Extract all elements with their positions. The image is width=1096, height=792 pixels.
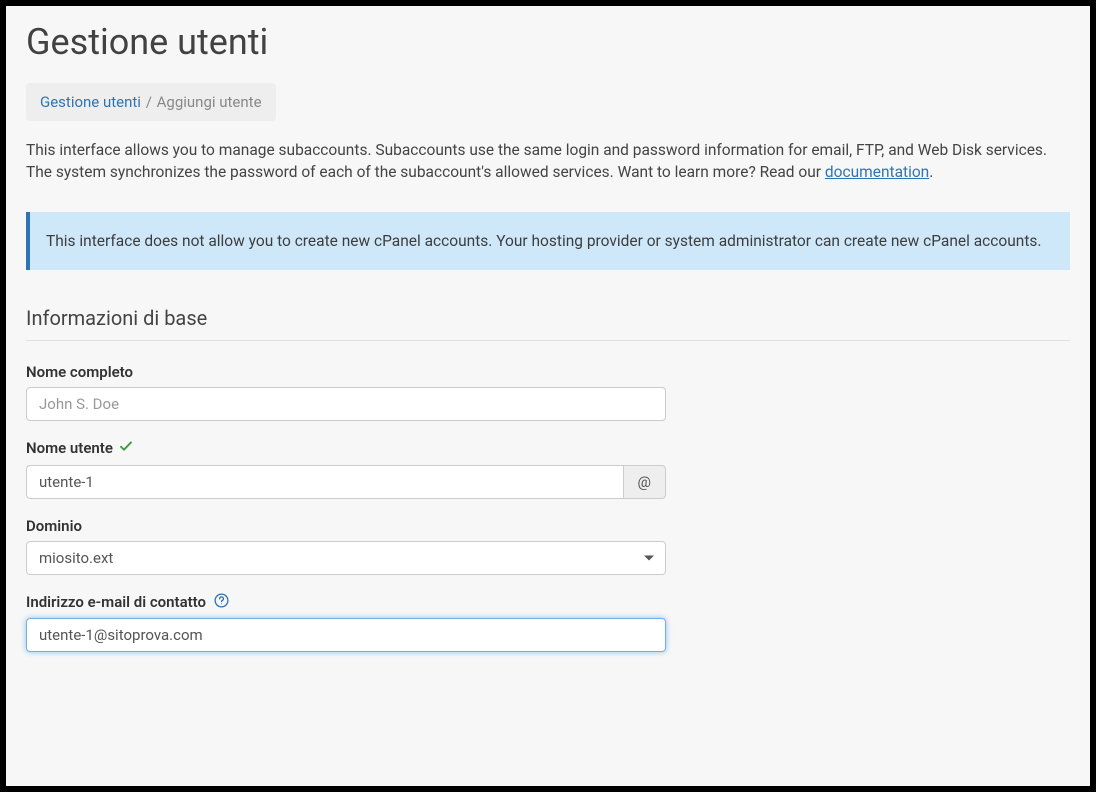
fullname-label: Nome completo — [26, 363, 666, 381]
intro-text: This interface allows you to manage suba… — [26, 139, 1070, 184]
info-callout: This interface does not allow you to cre… — [26, 212, 1070, 270]
page-title: Gestione utenti — [26, 21, 1070, 63]
page-container: Gestione utenti Gestione utenti / Aggiun… — [6, 6, 1090, 786]
domain-select-wrapper: miosito.ext — [26, 541, 666, 575]
username-label: Nome utente — [26, 439, 666, 459]
email-label-text: Indirizzo e-mail di contatto — [26, 593, 206, 611]
intro-text-after: . — [929, 163, 933, 181]
username-label-text: Nome utente — [26, 439, 113, 457]
breadcrumb-root-link[interactable]: Gestione utenti — [40, 93, 141, 111]
breadcrumb: Gestione utenti / Aggiungi utente — [26, 83, 276, 121]
domain-select[interactable]: miosito.ext — [26, 541, 666, 575]
form-group-username: Nome utente @ — [26, 439, 666, 499]
email-label: Indirizzo e-mail di contatto — [26, 593, 666, 613]
check-icon — [119, 440, 134, 459]
breadcrumb-separator: / — [146, 93, 152, 111]
fullname-input[interactable] — [26, 387, 666, 421]
username-input-group: @ — [26, 465, 666, 499]
form-group-domain: Dominio miosito.ext — [26, 517, 666, 575]
section-heading: Informazioni di base — [26, 306, 1070, 341]
info-callout-text: This interface does not allow you to cre… — [46, 232, 1042, 250]
email-input[interactable] — [26, 618, 666, 652]
domain-label: Dominio — [26, 517, 666, 535]
form-group-fullname: Nome completo — [26, 363, 666, 421]
breadcrumb-current: Aggiungi utente — [157, 93, 262, 111]
help-icon[interactable] — [214, 593, 229, 612]
documentation-link[interactable]: documentation — [825, 163, 929, 181]
form-group-email: Indirizzo e-mail di contatto — [26, 593, 666, 653]
username-addon: @ — [623, 465, 666, 499]
username-input[interactable] — [26, 465, 623, 499]
